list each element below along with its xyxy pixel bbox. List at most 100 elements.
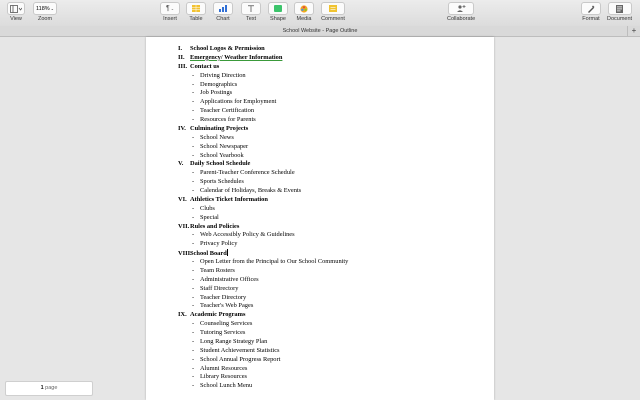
zoom-menu[interactable]: 118% ⌄ Zoom — [33, 2, 57, 22]
outline-subitem[interactable]: - Administrative Offices — [178, 276, 488, 285]
table-tool[interactable]: Table — [186, 2, 206, 22]
outline-text: Open Letter from the Principal to Our Sc… — [200, 258, 349, 265]
outline-body[interactable]: I. School Logos & Permission II. Emergency/… — [178, 45, 488, 391]
outline-subitem[interactable]: - Demographics — [178, 81, 488, 90]
page-count-word: page — [45, 385, 58, 391]
comment-tool[interactable]: Comment — [321, 2, 345, 22]
heading-numeral: VI. — [178, 195, 187, 203]
format-tool[interactable]: Format — [581, 2, 601, 22]
page-count-indicator[interactable]: 1 page — [5, 381, 93, 396]
document-tool[interactable]: Document — [607, 2, 632, 22]
document-label: Document — [607, 16, 633, 22]
outline-heading[interactable]: VIII.School Board — [178, 249, 488, 258]
format-label: Format — [582, 16, 600, 22]
shape-button[interactable] — [268, 2, 288, 15]
outline-subitem[interactable]: - School Newspaper — [178, 143, 488, 152]
outline-subitem[interactable]: - Tutoring Services — [178, 329, 488, 338]
add-tab-button[interactable]: + — [627, 26, 640, 36]
bullet-dash-icon: - — [192, 116, 195, 123]
format-button[interactable] — [581, 2, 601, 15]
insert-button[interactable]: ¶ ⌄ — [160, 2, 180, 15]
outline-subitem[interactable]: - Library Resources — [178, 373, 488, 382]
bullet-dash-icon: - — [192, 187, 195, 194]
outline-subitem[interactable]: - Alumni Resources — [178, 365, 488, 374]
outline-subitem[interactable]: - School Annual Progress Report — [178, 356, 488, 365]
document-button[interactable] — [607, 2, 632, 15]
outline-subitem[interactable]: - Open Letter from the Principal to Our S… — [178, 258, 488, 267]
outline-subitem[interactable]: - Job Postings — [178, 89, 488, 98]
outline-subitem[interactable]: - Applications for Employment — [178, 98, 488, 107]
outline-text: School Newspaper — [200, 142, 249, 150]
outline-heading[interactable]: V. Daily School Schedule — [178, 160, 488, 169]
media-button[interactable] — [294, 2, 314, 15]
outline-subitem[interactable]: - School Yearbook — [178, 152, 488, 161]
outline-heading[interactable]: II. Emergency/ Weather Information — [178, 54, 488, 63]
insert-menu[interactable]: ¶ ⌄ Insert — [160, 2, 180, 22]
heading-numeral: II. — [178, 53, 185, 61]
text-button[interactable] — [241, 2, 261, 15]
outline-text: Driving Direction — [200, 71, 246, 79]
view-icon — [10, 4, 22, 13]
outline-subitem[interactable]: - Staff Directory — [178, 285, 488, 294]
media-tool[interactable]: Media — [294, 2, 314, 22]
outline-subitem[interactable]: - School Lunch Menu — [178, 382, 488, 391]
outline-heading[interactable]: I. School Logos & Permission — [178, 45, 488, 54]
shape-label: Shape — [270, 16, 286, 22]
outline-text: Teacher's Web Pages — [200, 302, 254, 310]
outline-subitem[interactable]: - Driving Direction — [178, 72, 488, 81]
outline-subitem[interactable]: - Web Accessibly Policy & Guidelines — [178, 231, 488, 240]
outline-text: Daily School Schedule — [190, 160, 251, 168]
text-label: Text — [245, 16, 257, 22]
shape-tool[interactable]: Shape — [268, 2, 288, 22]
chart-tool[interactable]: Chart — [213, 2, 233, 22]
outline-text: Long Range Strategy Plan — [200, 337, 268, 345]
bullet-dash-icon: - — [192, 275, 195, 283]
outline-subitem[interactable]: - School News — [178, 134, 488, 143]
outline-subitem[interactable]: - Student Achievement Statistics — [178, 347, 488, 356]
outline-text: School Board — [190, 250, 227, 258]
zoom-select[interactable]: 118% ⌄ — [33, 2, 57, 15]
collaborate-tool[interactable]: Collaborate — [447, 2, 475, 22]
outline-subitem[interactable]: - Counseling Services — [178, 320, 488, 329]
chart-button[interactable] — [213, 2, 233, 15]
comment-button[interactable] — [321, 2, 345, 15]
outline-text: Clubs — [200, 204, 215, 212]
outline-text: Teacher Certification — [200, 107, 255, 115]
heading-numeral: VII. — [178, 222, 190, 230]
outline-subitem[interactable]: - Teacher Certification — [178, 107, 488, 116]
outline-heading[interactable]: III. Contact us — [178, 63, 488, 72]
table-button[interactable] — [186, 2, 206, 15]
bullet-dash-icon: - — [192, 240, 195, 248]
outline-subitem[interactable]: - Privacy Policy — [178, 240, 488, 249]
outline-subitem[interactable]: - Parent-Teacher Conference Schedule — [178, 169, 488, 178]
outline-heading[interactable]: IX. Academic Programs — [178, 311, 488, 320]
window-title: School Website - Page Outline — [0, 26, 640, 37]
collaborate-button[interactable] — [448, 2, 475, 15]
bullet-dash-icon: - — [192, 80, 195, 88]
text-tool[interactable]: Text — [241, 2, 261, 22]
outline-heading[interactable]: VI. Athletics Ticket Information — [178, 196, 488, 205]
outline-subitem[interactable]: - Teacher's Web Pages — [178, 302, 488, 311]
outline-heading[interactable]: IV. Culminating Projects — [178, 125, 488, 134]
bullet-dash-icon: - — [192, 320, 195, 328]
outline-subitem[interactable]: - Long Range Strategy Plan — [178, 338, 488, 347]
view-button[interactable] — [7, 2, 25, 15]
bullet-dash-icon: - — [192, 284, 195, 292]
outline-subitem[interactable]: - Calendar of Holidays, Breaks & Events — [178, 187, 488, 196]
outline-subitem[interactable]: - Team Rosters — [178, 267, 488, 276]
outline-text: Culminating Projects — [190, 124, 249, 132]
outline-subitem[interactable]: - Clubs — [178, 205, 488, 214]
outline-text: Athletics Ticket Information — [190, 195, 268, 203]
outline-subitem[interactable]: - Teacher Directory — [178, 294, 488, 303]
shape-icon — [274, 5, 282, 12]
view-menu[interactable]: View — [7, 2, 25, 22]
outline-text: Applications for Employment — [200, 98, 277, 106]
outline-subitem[interactable]: - Resources for Parents — [178, 116, 488, 125]
media-icon — [300, 4, 308, 13]
collaborate-label: Collaborate — [447, 16, 476, 22]
outline-text: Staff Directory — [200, 284, 239, 292]
outline-subitem[interactable]: - Special — [178, 214, 488, 223]
outline-subitem[interactable]: - Sports Schedules — [178, 178, 488, 187]
outline-heading[interactable]: VII.Rules and Policies — [178, 223, 488, 232]
document-page[interactable]: I. School Logos & Permission II. Emergency/… — [146, 37, 494, 400]
